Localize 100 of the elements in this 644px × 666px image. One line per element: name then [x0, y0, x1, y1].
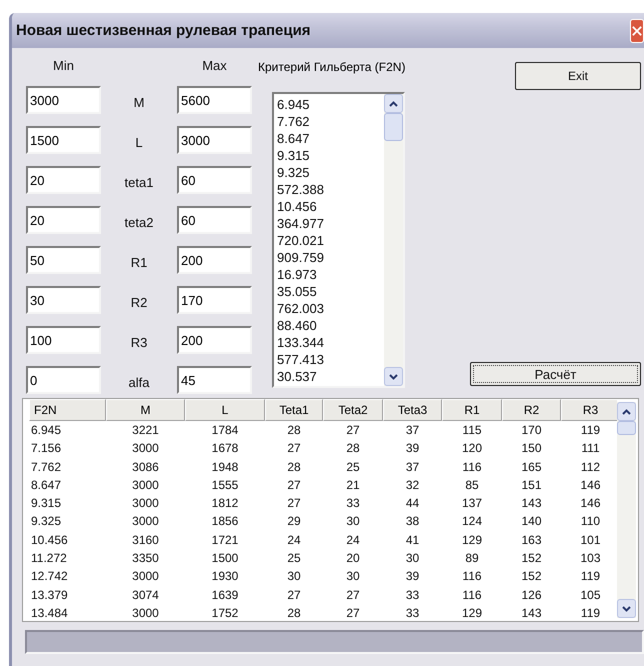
- max-field[interactable]: 45: [177, 366, 252, 394]
- parameter-label: teta2: [124, 214, 154, 230]
- list-item[interactable]: 10.456: [277, 198, 384, 215]
- parameter-label: R2: [130, 294, 148, 310]
- list-item[interactable]: 7.762: [277, 113, 384, 130]
- min-field[interactable]: 30: [26, 286, 101, 314]
- scroll-down-button[interactable]: [617, 599, 636, 618]
- table-cell-text: 119: [580, 422, 602, 439]
- table-cell-text: 1948: [210, 458, 240, 476]
- table-cell-text: 12.742: [30, 568, 69, 586]
- table-cell-text: 3000: [131, 604, 160, 621]
- max-field[interactable]: 5600: [177, 86, 252, 114]
- max-field[interactable]: 60: [177, 206, 252, 234]
- table-cell-text: 33: [404, 604, 420, 621]
- table-cell-text: 27: [286, 476, 302, 494]
- table-cell-text: 38: [404, 513, 420, 530]
- table-cell-text: 3160: [131, 532, 160, 549]
- column-header[interactable]: F2N: [29, 399, 106, 421]
- table-cell-text: 150: [520, 440, 543, 458]
- column-header[interactable]: M: [106, 399, 185, 421]
- list-item[interactable]: 909.759: [277, 249, 384, 266]
- table-cell-text: 24: [286, 532, 302, 549]
- list-item[interactable]: 35.055: [277, 283, 384, 300]
- max-header: Max: [202, 58, 227, 72]
- table-cell-text: 89: [464, 550, 480, 568]
- column-header[interactable]: Teta3: [383, 399, 442, 421]
- table-cell-text: 8.647: [30, 476, 62, 494]
- table-cell-text: 3086: [131, 458, 160, 476]
- list-item[interactable]: 8.647: [277, 130, 384, 147]
- list-item[interactable]: 6.945: [277, 96, 384, 113]
- list-item[interactable]: 133.344: [277, 334, 384, 351]
- table-cell-text: 13.484: [30, 604, 69, 621]
- min-field[interactable]: 3000: [26, 86, 101, 114]
- table-cell-text: 3000: [131, 495, 160, 512]
- min-field[interactable]: 20: [26, 166, 101, 194]
- list-item[interactable]: 572.388: [277, 181, 384, 198]
- table-cell-text: 25: [286, 550, 302, 568]
- table-cell-text: 29: [286, 513, 302, 530]
- table-cell-text: 27: [345, 586, 361, 604]
- list-item[interactable]: 16.973: [277, 266, 384, 283]
- max-field[interactable]: 200: [177, 246, 252, 274]
- scroll-thumb[interactable]: [384, 113, 403, 141]
- calculate-button[interactable]: Расчёт: [470, 362, 641, 386]
- table-cell-text: 33: [404, 586, 420, 604]
- max-field[interactable]: 3000: [177, 126, 252, 154]
- min-field[interactable]: 1500: [26, 126, 101, 154]
- scroll-thumb[interactable]: [617, 421, 636, 435]
- exit-button[interactable]: Exit: [515, 62, 641, 90]
- table-cell-text: 112: [580, 458, 602, 476]
- min-field[interactable]: 0: [26, 366, 101, 394]
- list-item[interactable]: 9.325: [277, 164, 384, 181]
- table-cell-text: 1930: [210, 568, 240, 586]
- scroll-down-button[interactable]: [384, 367, 403, 386]
- table-cell-text: 37: [404, 422, 420, 439]
- list-item[interactable]: 720.021: [277, 232, 384, 249]
- table-cell-text: 3350: [131, 550, 160, 568]
- min-field[interactable]: 50: [26, 246, 101, 274]
- column-header[interactable]: Teta2: [323, 399, 383, 421]
- column-header[interactable]: R3: [561, 399, 617, 421]
- table-cell-text: 165: [520, 458, 543, 476]
- table-cell-text: 110: [580, 513, 602, 530]
- list-item[interactable]: 88.460: [277, 317, 384, 334]
- table-cell-text: 124: [460, 513, 484, 530]
- scroll-up-button[interactable]: [384, 94, 403, 113]
- table-cell-text: 21: [345, 476, 361, 494]
- close-button[interactable]: [630, 18, 644, 42]
- parameter-label: teta1: [124, 174, 154, 190]
- table-cell-text: 115: [461, 422, 483, 439]
- column-header[interactable]: R1: [442, 399, 502, 421]
- table-cell-text: 103: [579, 550, 602, 568]
- max-field[interactable]: 60: [177, 166, 252, 194]
- scrollbar[interactable]: [617, 402, 636, 618]
- table-cell-text: 9.325: [30, 513, 62, 530]
- scroll-up-button[interactable]: [617, 402, 636, 421]
- list-item[interactable]: 577.413: [277, 351, 384, 368]
- list-item[interactable]: 762.003: [277, 300, 384, 317]
- column-header[interactable]: Teta1: [265, 399, 323, 421]
- table-cell-text: 3074: [131, 586, 160, 604]
- max-field[interactable]: 170: [177, 286, 252, 314]
- criterion-list[interactable]: 6.945 7.762 8.647 9.315 9.325 572.388 10.456 364.977 720.021 909.759 16.973 35.055 762.003 88.460 133.344 577.413 30.537: [272, 92, 405, 388]
- list-item[interactable]: 30.537: [277, 368, 384, 385]
- list-item[interactable]: 364.977: [277, 215, 384, 232]
- table-cell-text: 33: [345, 495, 361, 512]
- table-cell-text: 116: [461, 458, 483, 476]
- table-cell-text: 119: [580, 604, 602, 621]
- table-cell-text: 30: [286, 568, 302, 586]
- list-item[interactable]: 9.315: [277, 147, 384, 164]
- column-header[interactable]: R2: [502, 399, 561, 421]
- table-cell-text: 30: [404, 550, 420, 568]
- table-cell-text: 146: [579, 495, 602, 512]
- criterion-label: Критерий Гильберта (F2N): [258, 60, 406, 76]
- table-cell-text: 129: [460, 532, 484, 549]
- scrollbar[interactable]: [384, 94, 403, 386]
- min-field[interactable]: 20: [26, 206, 101, 234]
- table-cell-text: 28: [345, 440, 361, 458]
- table-cell-text: 1678: [210, 440, 240, 458]
- max-field[interactable]: 200: [177, 326, 252, 354]
- table-cell-text: 137: [460, 495, 484, 512]
- column-header[interactable]: L: [185, 399, 265, 421]
- min-field[interactable]: 100: [26, 326, 101, 354]
